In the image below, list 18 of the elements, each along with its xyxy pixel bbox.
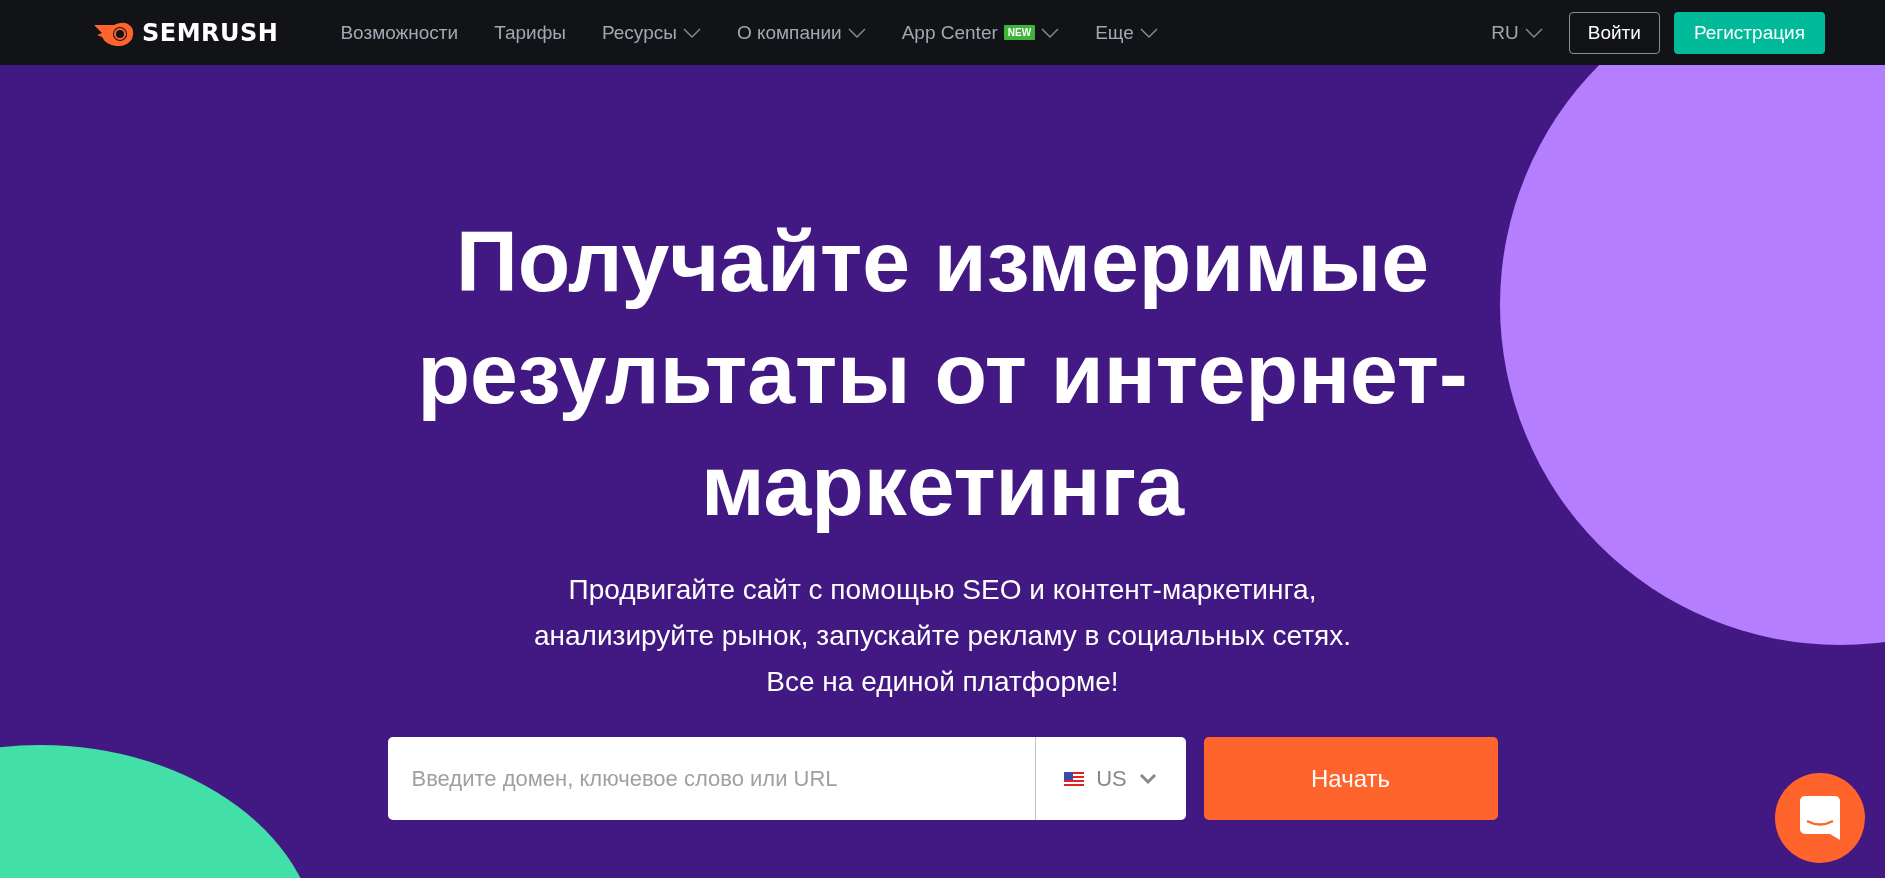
- nav-menu-item[interactable]: Тарифы: [494, 21, 566, 44]
- search-field[interactable]: Введите домен, ключевое слово или URL US: [387, 737, 1186, 820]
- hero-subtitle: Продвигайте сайт с помощью SEO и контент-маркетинга, анализируйте рынок, запускайте рекламу в социальных сетях. Все на единой платформе!: [534, 573, 1351, 699]
- chat-icon: [1800, 796, 1840, 840]
- hero-title: Получайте измеримые результаты от интернет- маркетинга: [417, 212, 1468, 535]
- country-code: US: [1096, 765, 1127, 792]
- flag-icon: [1064, 771, 1085, 786]
- login-button[interactable]: Войти: [1568, 11, 1660, 54]
- logo-link[interactable]: SEMRUSH: [92, 18, 279, 47]
- nav-menu-item[interactable]: Возможности: [340, 21, 459, 44]
- nav-menu-item[interactable]: Еще: [1095, 21, 1158, 44]
- country-selector[interactable]: US: [1035, 737, 1186, 820]
- nav-menu-item[interactable]: Ресурсы: [601, 21, 701, 44]
- nav-menu-item[interactable]: App Center NEW: [901, 21, 1060, 44]
- nav-menu-item[interactable]: О компании: [736, 21, 866, 44]
- new-badge: NEW: [1003, 25, 1036, 40]
- language-selector[interactable]: RU: [1491, 21, 1543, 44]
- chevron-icon: [1138, 772, 1157, 785]
